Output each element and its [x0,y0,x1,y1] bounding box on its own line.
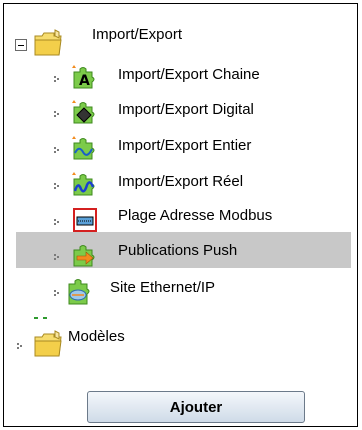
svg-text:A: A [79,73,90,89]
tree-connector [54,76,60,86]
push-arrow-puzzle-icon [73,245,95,267]
tree-connector [54,111,60,121]
tree-connector [54,290,60,300]
tree-item-label[interactable]: Import/Export Digital [118,101,254,119]
tree-connector [54,183,60,193]
letter-a-puzzle-icon: A [72,65,95,89]
tree-item-label[interactable]: Import/Export Chaine [118,66,260,84]
folder-icon [34,29,62,56]
diamond-puzzle-icon [72,100,95,124]
tree-item-label[interactable]: Plage Adresse Modbus [118,207,272,225]
tree-item-label[interactable]: Import/Export Entier [118,137,251,155]
tree-item-label[interactable]: Publications Push [118,242,237,260]
tree-connector [17,343,23,353]
modbus-range-icon [73,208,97,232]
add-button[interactable]: Ajouter [87,391,305,423]
tree-root-label[interactable]: Import/Export [92,26,182,44]
tree-item-label[interactable]: Import/Export Réel [118,173,243,191]
tree-panel: Import/Export A Import/Export Chaine Imp… [3,3,358,427]
blue-wave-puzzle-icon [72,172,95,196]
folder-icon [34,330,62,357]
tree-item-label[interactable]: Site Ethernet/IP [110,279,215,297]
tree-connector [54,254,60,264]
collapse-toggle[interactable] [15,39,27,51]
tree-separator [34,317,47,319]
tree-connector [54,219,60,229]
ethernet-ip-icon [68,279,90,305]
tree-connector [54,147,60,157]
wave-puzzle-icon [72,136,95,160]
tree-root-label[interactable]: Modèles [68,328,125,346]
